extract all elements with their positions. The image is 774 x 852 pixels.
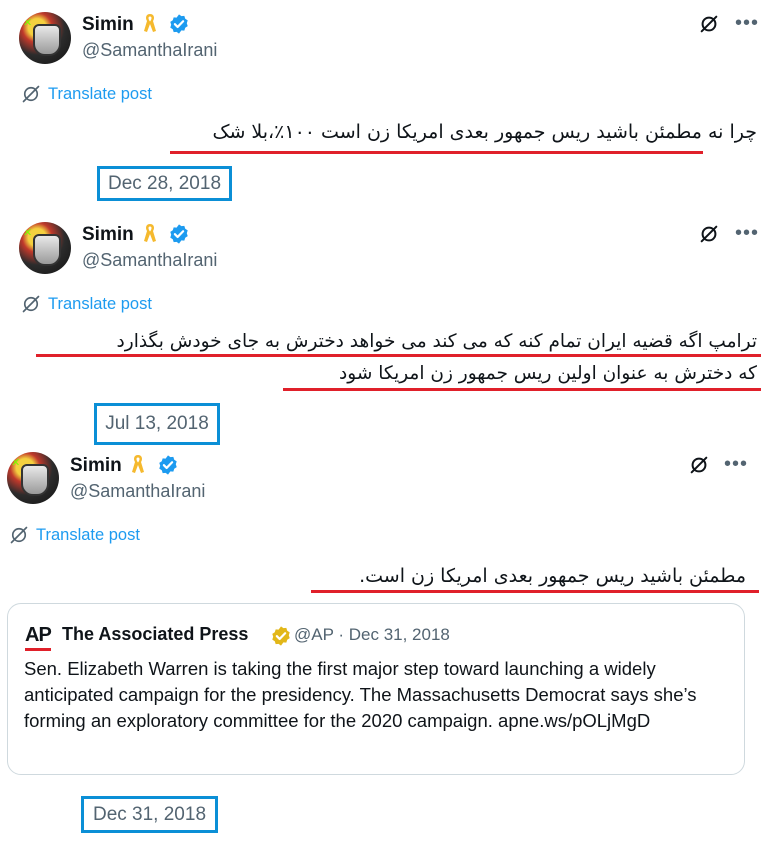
avatar[interactable]: ✕ — [19, 222, 71, 274]
yellow-ribbon-icon — [144, 224, 156, 242]
translate-post-link[interactable]: Translate post — [9, 525, 140, 545]
yellow-ribbon-icon — [144, 14, 156, 32]
annotation-underline — [170, 151, 703, 154]
post-date: Jul 13, 2018 — [105, 413, 209, 434]
more-icon[interactable]: ••• — [735, 223, 759, 243]
quoted-handle-date: @AP · Dec 31, 2018 — [294, 625, 450, 644]
post-text: چرا نه مطمئن باشید ریس جمهور بعدی امریکا… — [212, 121, 757, 143]
crest-image — [33, 234, 61, 266]
grok-icon[interactable] — [698, 223, 720, 245]
translate-post-link[interactable]: Translate post — [21, 294, 152, 314]
translate-post-link[interactable]: Translate post — [21, 84, 152, 104]
author-name[interactable]: Simin — [82, 224, 134, 246]
annotation-underline — [311, 590, 759, 593]
author-handle[interactable]: @SamanthaIrani — [82, 250, 217, 271]
quoted-post-text: Sen. Elizabeth Warren is taking the firs… — [24, 658, 697, 731]
translate-icon — [22, 85, 40, 103]
post-date: Dec 28, 2018 — [107, 172, 222, 194]
date-annotation-box: Dec 28, 2018 — [97, 166, 232, 201]
sparkle-icon: ✕ — [11, 456, 21, 469]
date-annotation-box: Jul 13, 2018 — [94, 403, 220, 445]
verified-badge-icon — [159, 455, 177, 475]
translate-post-label: Translate post — [36, 525, 140, 544]
annotation-underline — [36, 354, 761, 357]
verified-badge-icon — [170, 14, 188, 34]
yellow-ribbon-icon — [132, 455, 144, 473]
sparkle-icon: ✕ — [23, 16, 33, 29]
author-name[interactable]: Simin — [70, 455, 122, 477]
crest-image — [21, 464, 49, 496]
ap-logo-underline — [25, 648, 51, 651]
translate-icon — [22, 295, 40, 313]
verified-badge-icon — [170, 224, 188, 244]
quoted-author-name[interactable]: The Associated Press — [62, 624, 248, 645]
author-name[interactable]: Simin — [82, 14, 134, 36]
post-text-line-2: که دخترش به عنوان اولین ریس جمهور زن امر… — [339, 363, 757, 384]
author-handle[interactable]: @SamanthaIrani — [70, 481, 205, 502]
date-annotation-box: Dec 31, 2018 — [81, 796, 218, 833]
quoted-post-card[interactable]: AP The Associated Press @AP · Dec 31, 20… — [7, 603, 745, 775]
translate-post-label: Translate post — [48, 84, 152, 103]
gold-verified-badge-icon — [272, 626, 290, 646]
author-handle[interactable]: @SamanthaIrani — [82, 40, 217, 61]
annotation-underline — [283, 388, 761, 391]
crest-image — [33, 24, 61, 56]
post-date: Dec 31, 2018 — [92, 803, 207, 825]
grok-icon[interactable] — [688, 454, 710, 476]
grok-icon[interactable] — [698, 13, 720, 35]
avatar[interactable]: ✕ — [7, 452, 59, 504]
post-text: مطمئن باشید ریس جمهور بعدی امریکا زن است… — [359, 565, 746, 587]
avatar[interactable]: ✕ — [19, 12, 71, 64]
ap-logo: AP — [25, 624, 52, 646]
sparkle-icon: ✕ — [23, 226, 33, 239]
post-text-line-1: ترامپ اگه قضیه ایران تمام کنه که می کند … — [116, 331, 757, 352]
more-icon[interactable]: ••• — [735, 13, 759, 33]
translate-icon — [10, 526, 28, 544]
translate-post-label: Translate post — [48, 294, 152, 313]
more-icon[interactable]: ••• — [724, 454, 748, 474]
